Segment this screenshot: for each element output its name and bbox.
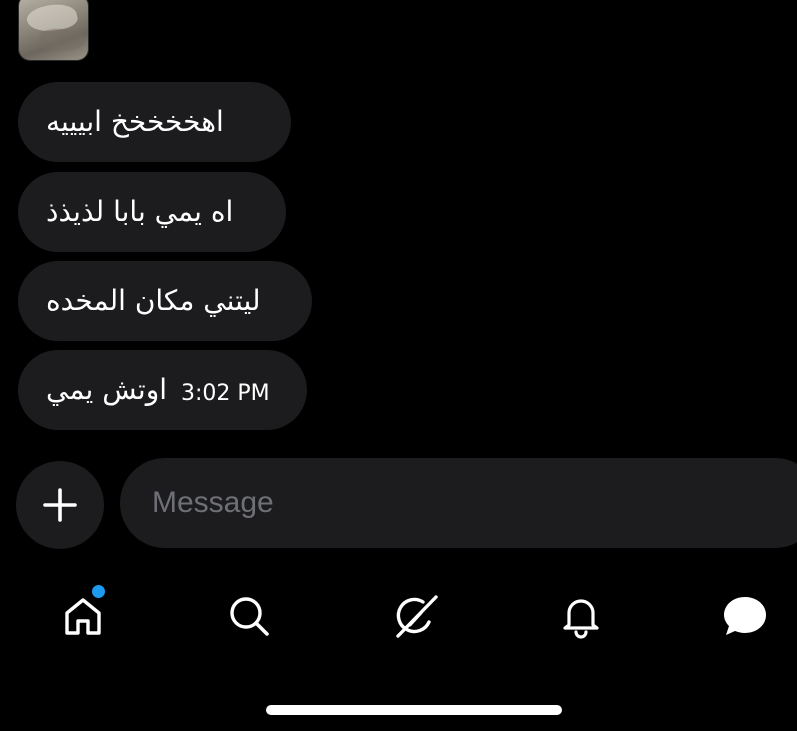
- message-bubble[interactable]: اوتش يمي 3:02 PM: [18, 350, 307, 430]
- image-content: [37, 25, 87, 55]
- search-icon: [230, 597, 269, 636]
- message-text: اهخخخخخ ابيييه: [46, 105, 224, 138]
- message-timestamp: 3:02 PM: [181, 381, 270, 406]
- message-bubble[interactable]: اهخخخخخ ابيييه: [18, 82, 291, 162]
- message-text: اه يمي بابا لذيذذ: [46, 195, 234, 228]
- nav-notifications-button[interactable]: [553, 588, 609, 644]
- bell-icon: [563, 599, 599, 639]
- attached-image-thumbnail[interactable]: [18, 0, 89, 61]
- message-bubble[interactable]: اه يمي بابا لذيذذ: [18, 172, 286, 252]
- message-composer: [0, 457, 797, 551]
- chat-bubble-icon: [724, 597, 766, 635]
- message-text: ليتني مكان المخده: [46, 284, 261, 317]
- message-input[interactable]: [120, 458, 797, 548]
- bottom-navigation: [0, 580, 797, 650]
- nav-messages-button[interactable]: [717, 588, 773, 644]
- plus-icon: [43, 488, 77, 522]
- home-notification-dot: [90, 583, 107, 600]
- message-text: اوتش يمي: [46, 373, 168, 406]
- grok-icon: [396, 595, 438, 638]
- nav-search-button[interactable]: [221, 588, 277, 644]
- nav-grok-button[interactable]: [387, 588, 443, 644]
- message-bubble[interactable]: ليتني مكان المخده: [18, 261, 312, 341]
- home-indicator[interactable]: [266, 705, 562, 715]
- add-attachment-button[interactable]: [16, 461, 104, 549]
